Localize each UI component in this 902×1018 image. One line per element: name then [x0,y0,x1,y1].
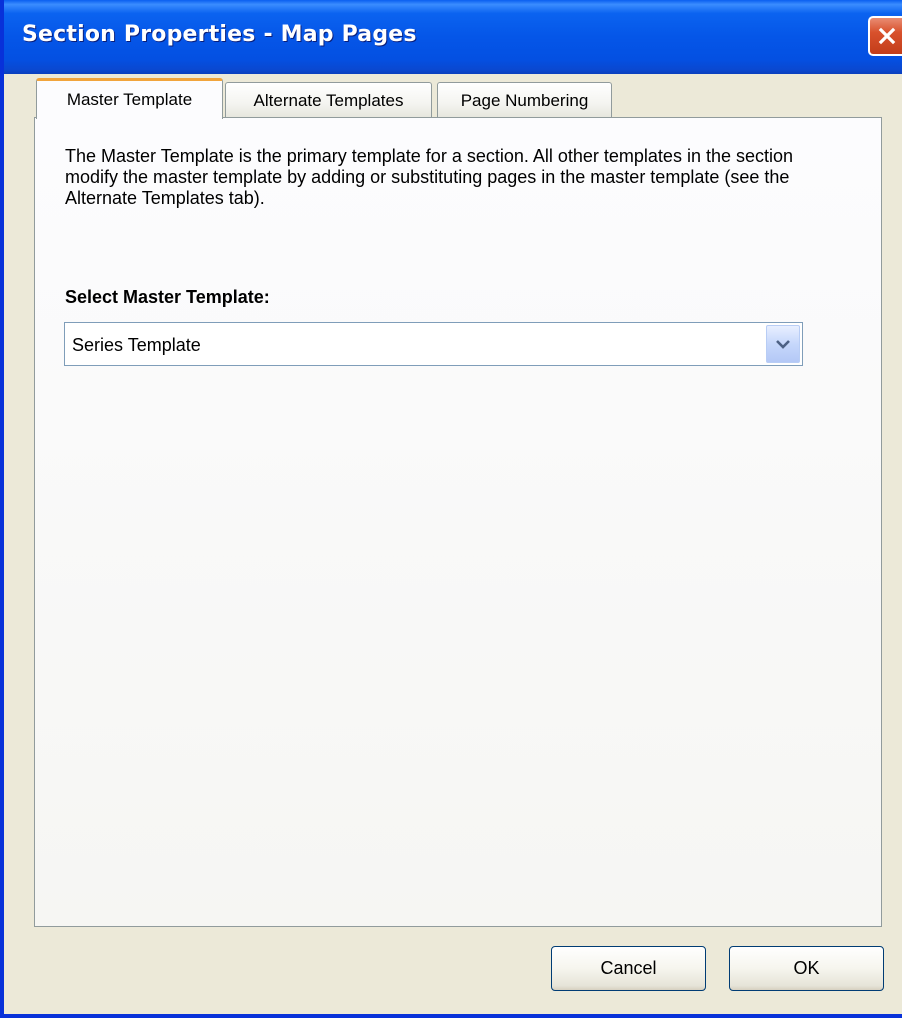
cancel-button-label: Cancel [600,958,657,978]
dialog-window: Section Properties - Map Pages Master Te… [0,0,902,1018]
close-button[interactable] [868,16,902,56]
tab-label: Master Template [66,90,193,109]
master-template-description: The Master Template is the primary templ… [65,146,794,208]
tab-panel [34,117,882,927]
tab-label: Alternate Templates [253,90,404,110]
tab-alternate-templates[interactable]: Alternate Templates [225,82,432,118]
tab-label: Page Numbering [460,90,589,110]
window-title: Section Properties - Map Pages [22,22,417,47]
title-bar[interactable]: Section Properties - Map Pages [4,0,902,74]
close-icon [878,27,896,45]
ok-button[interactable]: OK [729,946,884,991]
cancel-button[interactable]: Cancel [551,946,706,991]
chevron-down-icon [776,340,790,349]
ok-button-label: OK [793,958,820,978]
master-template-select[interactable]: Series Template [64,322,803,366]
dropdown-button[interactable] [766,325,800,363]
tab-master-template[interactable]: Master Template [36,78,223,119]
selected-template-value: Series Template [72,335,201,355]
tab-page-numbering[interactable]: Page Numbering [437,82,612,118]
select-master-template-label: Select Master Template: [65,287,270,307]
